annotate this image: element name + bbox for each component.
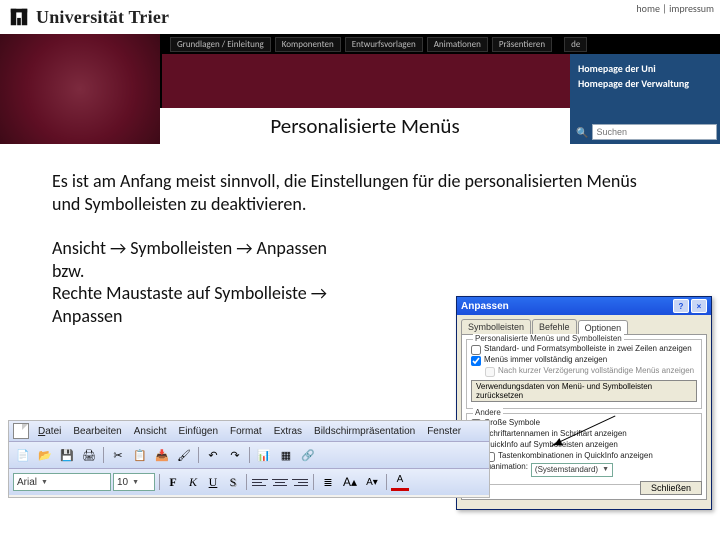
office-toolbar: Datei Bearbeiten Ansicht Einfügen Format…: [8, 420, 490, 498]
table-icon[interactable]: ▦: [276, 445, 296, 465]
side-link-uni[interactable]: Homepage der Uni: [578, 62, 712, 75]
nav-tab[interactable]: Animationen: [427, 37, 488, 52]
new-icon[interactable]: 📄: [13, 445, 33, 465]
underline-button[interactable]: U: [204, 473, 222, 491]
university-logo: Universität Trier: [8, 6, 169, 28]
align-center-icon[interactable]: [271, 473, 289, 491]
side-link-admin[interactable]: Homepage der Verwaltung: [578, 77, 712, 90]
chk-quickinfo[interactable]: QuickInfo auf Symbolleisten anzeigen: [471, 441, 697, 451]
search-icon: 🔍: [576, 126, 588, 139]
impressum-link[interactable]: impressum: [669, 2, 714, 15]
menu-einfuegen[interactable]: Einfügen: [174, 425, 223, 438]
dialog-title: Anpassen: [461, 301, 509, 312]
menu-bearbeiten[interactable]: Bearbeiten: [68, 425, 126, 438]
nav-tab[interactable]: Entwurfsvorlagen: [345, 37, 423, 52]
bold-button[interactable]: F: [164, 473, 182, 491]
format-toolbar: Arial▼ 10▼ F K U S ≣ A▴ A▾ A: [9, 469, 489, 495]
dialog-body: Personalisierte Menüs und Symbolleisten …: [461, 334, 707, 500]
dialog-tabs: Symbolleisten Befehle Optionen: [461, 319, 707, 334]
bullets-icon[interactable]: ≣: [318, 472, 338, 492]
chk-large-icons[interactable]: Große Symbole: [471, 419, 697, 429]
align-left-icon[interactable]: [251, 473, 269, 491]
save-icon[interactable]: 💾: [57, 445, 77, 465]
nav-tab[interactable]: Präsentieren: [492, 37, 552, 52]
copy-icon[interactable]: 📋: [130, 445, 150, 465]
animation-dropdown[interactable]: (Systemstandard)▼: [531, 463, 613, 477]
chk-full-menus[interactable]: Menüs immer vollständig anzeigen: [471, 356, 697, 366]
size-combo[interactable]: 10▼: [113, 473, 155, 491]
close-icon[interactable]: ×: [691, 299, 707, 313]
home-link[interactable]: home: [636, 2, 660, 15]
chk-two-rows[interactable]: Standard- und Formatsymbolleiste in zwei…: [471, 345, 697, 355]
logo-text: Universität Trier: [36, 7, 169, 28]
search-input[interactable]: [592, 124, 717, 140]
close-button[interactable]: Schließen: [640, 481, 702, 495]
menu-fenster[interactable]: Fenster: [422, 425, 466, 438]
page-title: Personalisierte Menüs: [270, 113, 459, 139]
chk-shortcuts[interactable]: Tastenkombinationen in QuickInfo anzeige…: [485, 452, 697, 462]
increase-font-icon[interactable]: A▴: [340, 472, 360, 492]
undo-icon[interactable]: ↶: [203, 445, 223, 465]
cut-icon[interactable]: ✂: [108, 445, 128, 465]
standard-toolbar: 📄 📂 💾 🖨 ✂ 📋 📥 🖌 ↶ ↷ 📊 ▦ 🔗: [9, 442, 489, 469]
reset-usage-button[interactable]: Verwendungsdaten von Menü- und Symbollei…: [471, 380, 697, 402]
customize-dialog: Anpassen ? × Symbolleisten Befehle Optio…: [456, 296, 712, 510]
arrow-icon: →: [311, 282, 327, 305]
page-title-band: Personalisierte Menüs: [160, 108, 570, 144]
group-other: Andere Große Symbole Schriftartennamen i…: [466, 413, 702, 485]
print-icon[interactable]: 🖨: [79, 445, 99, 465]
university-seal: [0, 34, 162, 144]
tab-toolbars[interactable]: Symbolleisten: [461, 319, 531, 334]
menu-format[interactable]: Format: [225, 425, 267, 438]
nav-tab[interactable]: Grundlagen / Einleitung: [170, 37, 271, 52]
align-right-icon[interactable]: [291, 473, 309, 491]
open-icon[interactable]: 📂: [35, 445, 55, 465]
menu-bildschirm[interactable]: Bildschirmpräsentation: [309, 425, 420, 438]
menu-ansicht[interactable]: Ansicht: [129, 425, 172, 438]
font-combo[interactable]: Arial▼: [13, 473, 111, 491]
chart-icon[interactable]: 📊: [254, 445, 274, 465]
dialog-titlebar[interactable]: Anpassen ? ×: [457, 297, 711, 315]
format-painter-icon[interactable]: 🖌: [174, 445, 194, 465]
nav-tab[interactable]: Komponenten: [275, 37, 341, 52]
group-personalized: Personalisierte Menüs und Symbolleisten …: [466, 339, 702, 409]
doc-icon: [13, 423, 29, 439]
top-links: home | impressum: [636, 2, 714, 15]
side-panel: Homepage der Uni Homepage der Verwaltung…: [570, 54, 720, 144]
redo-icon[interactable]: ↷: [225, 445, 245, 465]
intro-paragraph: Es ist am Anfang meist sinnvoll, die Ein…: [52, 170, 668, 215]
lang-toggle[interactable]: de: [564, 37, 587, 52]
gate-icon: [8, 6, 30, 28]
menu-datei[interactable]: Datei: [33, 425, 66, 438]
tab-options[interactable]: Optionen: [578, 320, 629, 335]
menu-animation: Menüanimation: (Systemstandard)▼: [471, 463, 697, 477]
menu-extras[interactable]: Extras: [269, 425, 307, 438]
arrow-icon: →: [236, 237, 252, 260]
shadow-button[interactable]: S: [224, 473, 242, 491]
menu-bar: Datei Bearbeiten Ansicht Einfügen Format…: [9, 421, 489, 442]
tab-commands[interactable]: Befehle: [532, 319, 577, 334]
decrease-font-icon[interactable]: A▾: [362, 472, 382, 492]
font-color-icon[interactable]: A: [391, 474, 409, 491]
hyperlink-icon[interactable]: 🔗: [298, 445, 318, 465]
help-icon[interactable]: ?: [673, 299, 689, 313]
italic-button[interactable]: K: [184, 473, 202, 491]
chk-delay[interactable]: Nach kurzer Verzögerung vollständige Men…: [485, 367, 697, 377]
arrow-icon: →: [110, 237, 126, 260]
paste-icon[interactable]: 📥: [152, 445, 172, 465]
